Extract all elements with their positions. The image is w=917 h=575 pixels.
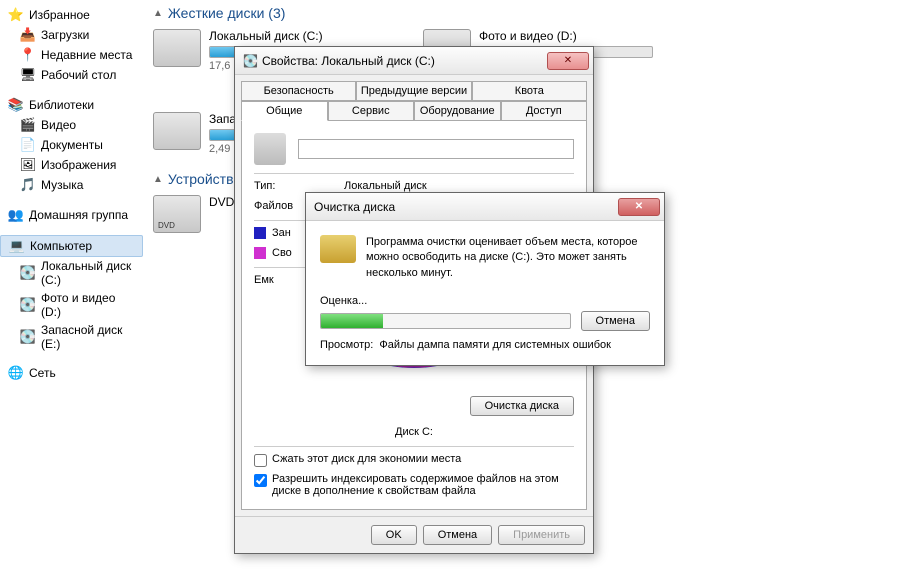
- drive-icon: 💽: [20, 297, 36, 313]
- disk-cleanup-dialog: Очистка диска ✕ Программа очистки оценив…: [305, 192, 665, 366]
- dialog-title: Очистка диска: [310, 200, 618, 214]
- sidebar-label: Рабочий стол: [41, 68, 116, 82]
- sidebar-item-drive-e[interactable]: 💽 Запасной диск (E:): [0, 321, 143, 353]
- dialog-button-row: OK Отмена Применить: [235, 516, 593, 553]
- sidebar-label: Домашняя группа: [29, 208, 128, 222]
- sidebar-item-drive-c[interactable]: 💽 Локальный диск (C:): [0, 257, 143, 289]
- tab-previous-versions[interactable]: Предыдущие версии: [356, 81, 471, 101]
- tab-strip: Безопасность Предыдущие версии Квота Общ…: [235, 75, 593, 121]
- index-label: Разрешить индексировать содержимое файло…: [272, 473, 574, 497]
- section-title: Жесткие диски (3): [168, 5, 286, 21]
- close-button[interactable]: ✕: [547, 52, 589, 70]
- scan-label: Просмотр:: [320, 339, 373, 351]
- drive-large-icon: [254, 133, 286, 165]
- drive-name: Локальный диск (C:): [209, 29, 383, 43]
- dialog-title: 💽Свойства: Локальный диск (C:): [239, 54, 547, 68]
- sidebar-item-downloads[interactable]: 📥 Загрузки: [0, 25, 143, 45]
- desktop-icon: 🖥: [20, 67, 36, 83]
- sidebar-label: Недавние места: [41, 48, 132, 62]
- sidebar-item-desktop[interactable]: 🖥 Рабочий стол: [0, 65, 143, 85]
- sidebar-label: Локальный диск (C:): [41, 259, 135, 287]
- tab-sharing[interactable]: Доступ: [501, 101, 588, 121]
- music-icon: 🎵: [20, 177, 36, 193]
- sidebar-item-computer[interactable]: 💻 Компьютер: [0, 235, 143, 257]
- sidebar-label: Видео: [41, 118, 76, 132]
- hdd-section-header[interactable]: ▲ Жесткие диски (3): [153, 5, 907, 21]
- progress-label: Оценка...: [320, 295, 650, 307]
- sidebar-item-homegroup[interactable]: 👥 Домашняя группа: [0, 205, 143, 225]
- image-icon: 🖼: [20, 157, 36, 173]
- used-label: Зан: [272, 227, 291, 239]
- sidebar-item-recent[interactable]: 📍 Недавние места: [0, 45, 143, 65]
- hdd-icon: [153, 112, 201, 150]
- progress-bar: [320, 313, 571, 329]
- sidebar-item-documents[interactable]: 📄 Документы: [0, 135, 143, 155]
- sidebar-item-music[interactable]: 🎵 Музыка: [0, 175, 143, 195]
- network-icon: 🌐: [8, 365, 24, 381]
- recent-icon: 📍: [20, 47, 36, 63]
- collapse-arrow-icon: ▲: [153, 8, 163, 19]
- sidebar-item-video[interactable]: 🎬 Видео: [0, 115, 143, 135]
- tab-tools[interactable]: Сервис: [328, 101, 415, 121]
- sidebar-label: Избранное: [29, 8, 90, 22]
- free-label: Сво: [272, 247, 292, 259]
- tab-hardware[interactable]: Оборудование: [414, 101, 501, 121]
- cleanup-icon: [320, 235, 356, 263]
- navigation-sidebar: ⭐ Избранное 📥 Загрузки 📍 Недавние места 🖥 Ра…: [0, 0, 143, 575]
- tab-security[interactable]: Безопасность: [241, 81, 356, 101]
- document-icon: 📄: [20, 137, 36, 153]
- libraries-icon: 📚: [8, 97, 24, 113]
- sidebar-label: Запасной диск (E:): [41, 323, 135, 351]
- scan-value: Файлы дампа памяти для системных ошибок: [379, 339, 611, 351]
- compress-label: Сжать этот диск для экономии места: [272, 453, 461, 465]
- sidebar-label: Фото и видео (D:): [41, 291, 135, 319]
- free-color-swatch: [254, 247, 266, 259]
- ok-button[interactable]: OK: [371, 525, 417, 545]
- sidebar-label: Музыка: [41, 178, 83, 192]
- cancel-button[interactable]: Отмена: [423, 525, 492, 545]
- hdd-icon: [153, 29, 201, 67]
- type-label: Тип:: [254, 180, 344, 192]
- close-button[interactable]: ✕: [618, 198, 660, 216]
- apply-button[interactable]: Применить: [498, 525, 585, 545]
- sidebar-label: Библиотеки: [29, 98, 94, 112]
- collapse-arrow-icon: ▲: [153, 174, 163, 185]
- disk-cleanup-button[interactable]: Очистка диска: [470, 396, 574, 416]
- download-icon: 📥: [20, 27, 36, 43]
- drive-icon: 💽: [20, 265, 36, 281]
- disk-c-label: Диск C:: [254, 426, 574, 438]
- sidebar-item-libraries[interactable]: 📚 Библиотеки: [0, 95, 143, 115]
- compress-checkbox[interactable]: [254, 454, 267, 467]
- tab-general[interactable]: Общие: [241, 101, 328, 121]
- dialog-titlebar[interactable]: 💽Свойства: Локальный диск (C:) ✕: [235, 47, 593, 75]
- drive-small-icon: 💽: [243, 54, 258, 68]
- cleanup-message: Программа очистки оценивает объем места,…: [366, 235, 650, 281]
- sidebar-label: Сеть: [29, 366, 56, 380]
- sidebar-item-drive-d[interactable]: 💽 Фото и видео (D:): [0, 289, 143, 321]
- drive-icon: 💽: [20, 329, 36, 345]
- volume-label-input[interactable]: [298, 139, 574, 159]
- sidebar-label: Компьютер: [30, 239, 92, 253]
- used-color-swatch: [254, 227, 266, 239]
- index-checkbox[interactable]: [254, 474, 267, 487]
- star-icon: ⭐: [8, 7, 24, 23]
- sidebar-label: Изображения: [41, 158, 116, 172]
- dvd-icon: [153, 195, 201, 233]
- video-icon: 🎬: [20, 117, 36, 133]
- tab-quota[interactable]: Квота: [472, 81, 587, 101]
- sidebar-item-favorites[interactable]: ⭐ Избранное: [0, 5, 143, 25]
- cancel-button[interactable]: Отмена: [581, 311, 650, 331]
- dialog-titlebar[interactable]: Очистка диска ✕: [306, 193, 664, 221]
- sidebar-label: Загрузки: [41, 28, 89, 42]
- type-value: Локальный диск: [344, 180, 427, 192]
- sidebar-label: Документы: [41, 138, 103, 152]
- sidebar-item-images[interactable]: 🖼 Изображения: [0, 155, 143, 175]
- homegroup-icon: 👥: [8, 207, 24, 223]
- drive-name: Фото и видео (D:): [479, 29, 653, 43]
- section-title: Устройства: [168, 171, 241, 187]
- computer-icon: 💻: [9, 238, 25, 254]
- sidebar-item-network[interactable]: 🌐 Сеть: [0, 363, 143, 383]
